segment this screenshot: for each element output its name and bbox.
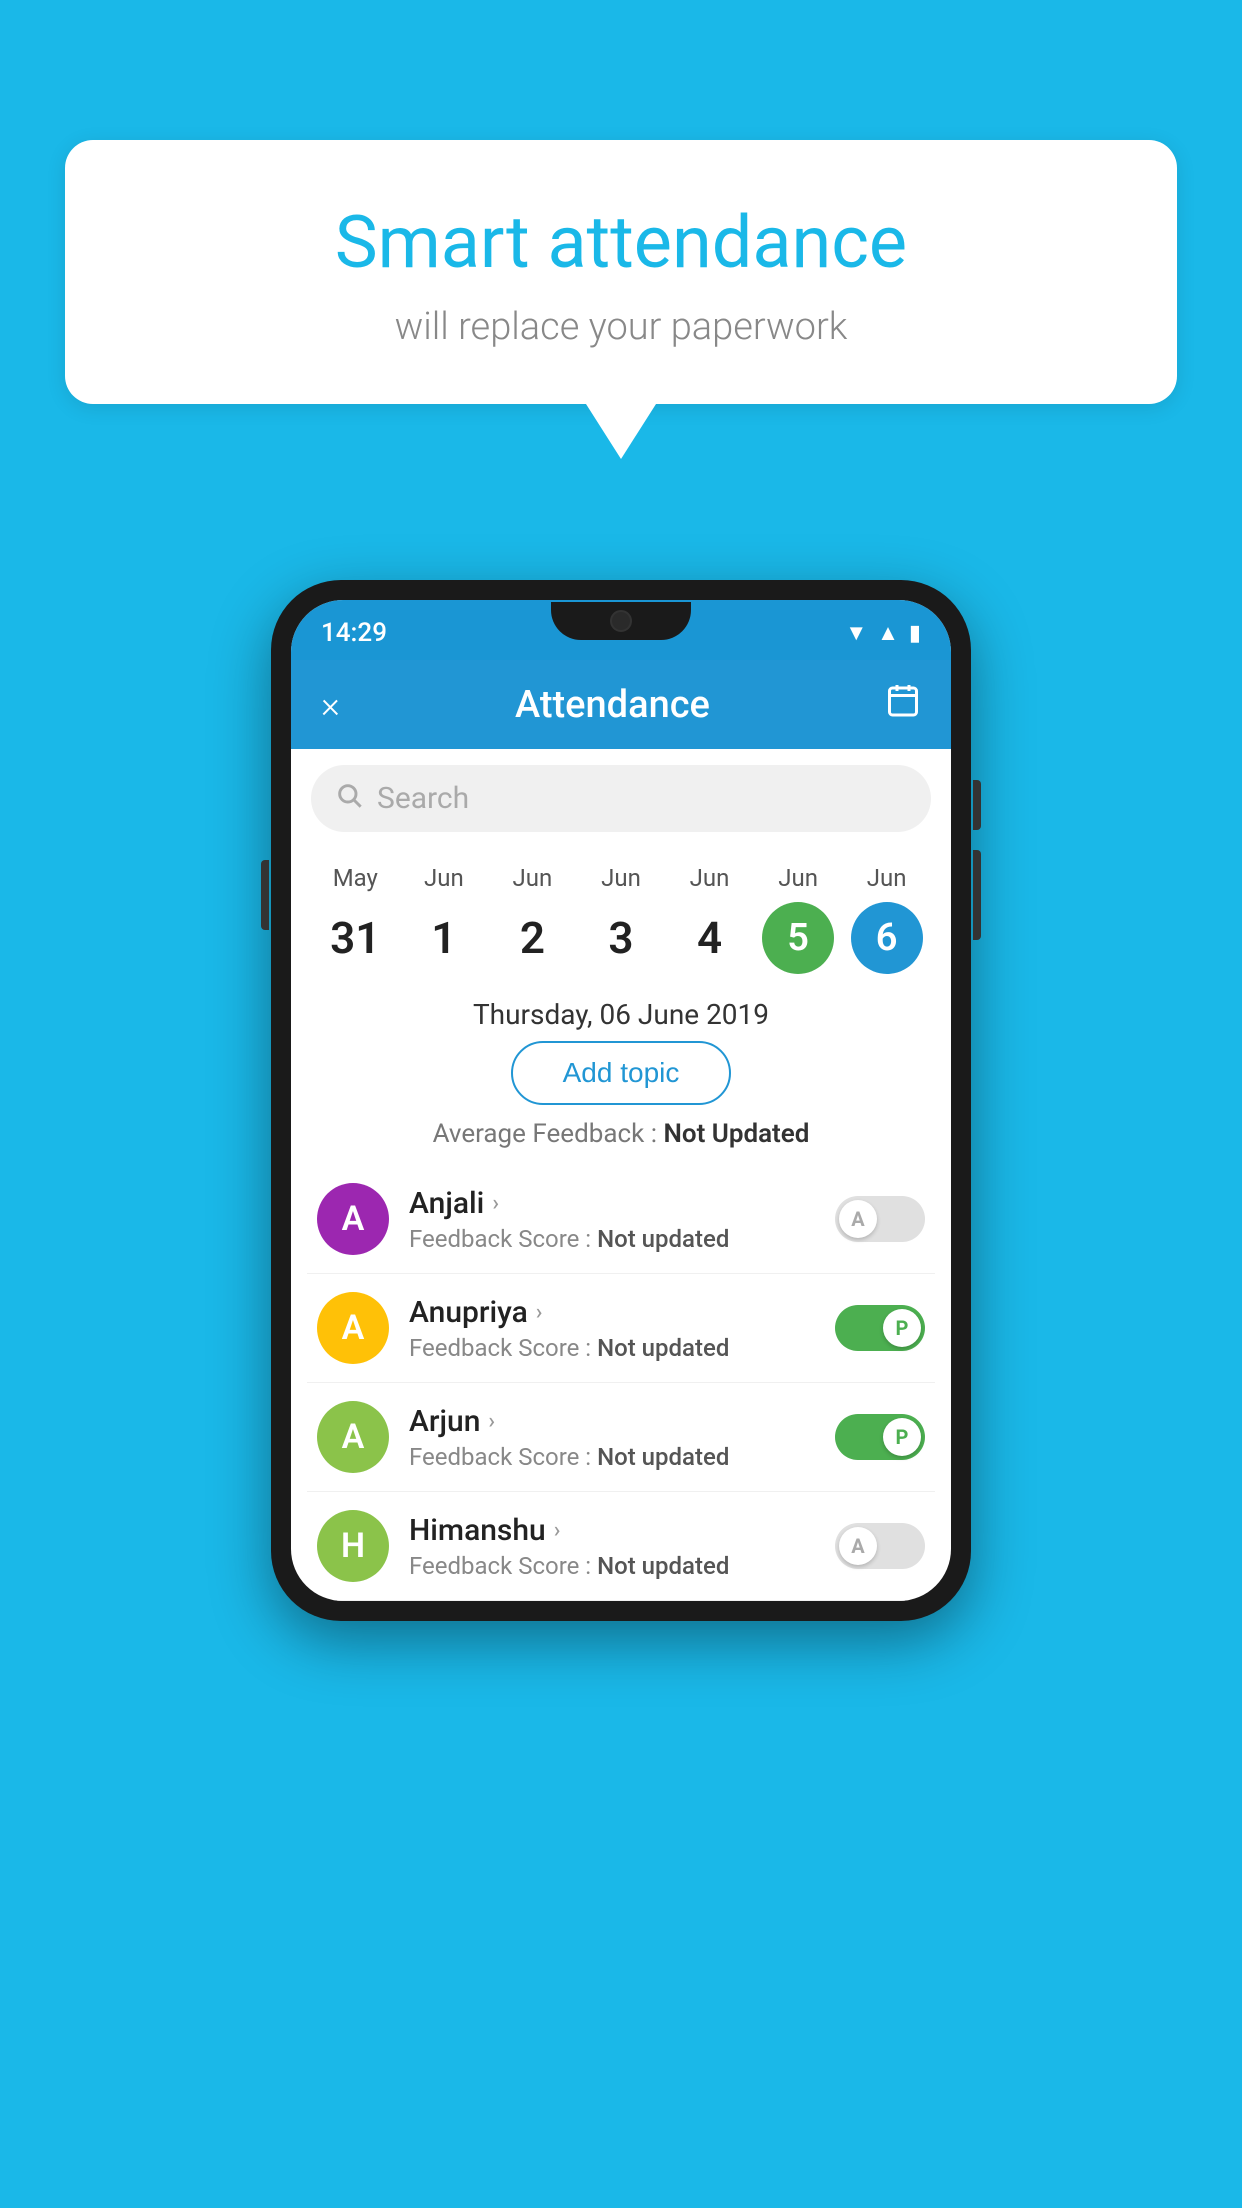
student-feedback: Feedback Score : Not updated bbox=[409, 1443, 835, 1471]
date-day[interactable]: 31 bbox=[319, 902, 391, 974]
average-feedback: Average Feedback : Not Updated bbox=[291, 1119, 951, 1149]
student-avatar: A bbox=[317, 1183, 389, 1255]
attendance-toggle[interactable]: P bbox=[835, 1305, 925, 1351]
student-item[interactable]: A Arjun › Feedback Score : Not updated P bbox=[307, 1383, 935, 1492]
attendance-toggle[interactable]: A bbox=[835, 1196, 925, 1242]
speech-bubble-tail bbox=[586, 404, 656, 459]
battery-icon: ▮ bbox=[909, 621, 921, 646]
date-day[interactable]: 6 bbox=[851, 902, 923, 974]
date-month: Jun bbox=[601, 864, 641, 892]
date-day[interactable]: 1 bbox=[408, 902, 480, 974]
app-header: × Attendance bbox=[291, 660, 951, 749]
avg-feedback-value: Not Updated bbox=[663, 1119, 809, 1149]
chevron-icon: › bbox=[492, 1191, 499, 1216]
speech-bubble: Smart attendance will replace your paper… bbox=[65, 140, 1177, 404]
avg-feedback-label: Average Feedback : bbox=[433, 1119, 664, 1149]
student-feedback: Feedback Score : Not updated bbox=[409, 1225, 835, 1253]
status-icons: ▼ ▲ ▮ bbox=[845, 620, 921, 646]
speech-bubble-container: Smart attendance will replace your paper… bbox=[65, 140, 1177, 459]
date-item[interactable]: Jun 1 bbox=[408, 864, 480, 974]
speech-bubble-subtitle: will replace your paperwork bbox=[115, 305, 1127, 349]
student-feedback: Feedback Score : Not updated bbox=[409, 1552, 835, 1580]
phone-frame: 14:29 ▼ ▲ ▮ × Attendance bbox=[271, 580, 971, 1621]
date-month: Jun bbox=[513, 864, 553, 892]
date-month: Jun bbox=[424, 864, 464, 892]
calendar-icon[interactable] bbox=[885, 682, 921, 727]
chevron-icon: › bbox=[488, 1409, 495, 1434]
wifi-icon: ▼ bbox=[845, 620, 867, 646]
date-picker: May 31 Jun 1 Jun 2 Jun 3 Jun 4 Jun 5 Jun 6 bbox=[291, 848, 951, 984]
student-list: AAnjali ›Feedback Score : Not updatedAAA… bbox=[291, 1165, 951, 1601]
app-title: Attendance bbox=[515, 683, 710, 727]
date-item[interactable]: Jun 6 bbox=[851, 864, 923, 974]
toggle-knob: A bbox=[839, 1527, 877, 1565]
student-info: Anupriya › Feedback Score : Not updated bbox=[409, 1295, 835, 1362]
search-placeholder: Search bbox=[377, 781, 469, 816]
student-avatar: A bbox=[317, 1292, 389, 1364]
phone-notch bbox=[551, 602, 691, 640]
selected-date: Thursday, 06 June 2019 bbox=[291, 998, 951, 1031]
chevron-icon: › bbox=[536, 1300, 543, 1325]
close-button[interactable]: × bbox=[321, 684, 340, 726]
student-avatar: A bbox=[317, 1401, 389, 1473]
student-item[interactable]: H Himanshu › Feedback Score : Not updatedA bbox=[307, 1492, 935, 1601]
phone-camera bbox=[610, 610, 632, 632]
date-day[interactable]: 4 bbox=[674, 902, 746, 974]
student-name: Anjali › bbox=[409, 1186, 835, 1221]
date-day[interactable]: 2 bbox=[496, 902, 568, 974]
speech-bubble-title: Smart attendance bbox=[115, 200, 1127, 285]
phone-side-button-right-1 bbox=[973, 780, 981, 830]
date-item[interactable]: Jun 4 bbox=[674, 864, 746, 974]
phone-side-button-left bbox=[261, 860, 269, 930]
toggle-knob: P bbox=[883, 1309, 921, 1347]
student-name: Anupriya › bbox=[409, 1295, 835, 1330]
date-item[interactable]: Jun 3 bbox=[585, 864, 657, 974]
toggle-knob: A bbox=[839, 1200, 877, 1238]
status-time: 14:29 bbox=[321, 618, 387, 648]
date-item[interactable]: Jun 2 bbox=[496, 864, 568, 974]
date-day[interactable]: 5 bbox=[762, 902, 834, 974]
student-name: Himanshu › bbox=[409, 1513, 835, 1548]
search-icon bbox=[335, 781, 363, 816]
phone-screen: 14:29 ▼ ▲ ▮ × Attendance bbox=[291, 600, 951, 1601]
student-feedback: Feedback Score : Not updated bbox=[409, 1334, 835, 1362]
search-bar[interactable]: Search bbox=[311, 765, 931, 832]
student-name: Arjun › bbox=[409, 1404, 835, 1439]
toggle-knob: P bbox=[883, 1418, 921, 1456]
student-info: Himanshu › Feedback Score : Not updated bbox=[409, 1513, 835, 1580]
attendance-toggle[interactable]: P bbox=[835, 1414, 925, 1460]
student-item[interactable]: AAnjali ›Feedback Score : Not updatedA bbox=[307, 1165, 935, 1274]
date-item[interactable]: Jun 5 bbox=[762, 864, 834, 974]
date-month: Jun bbox=[867, 864, 907, 892]
attendance-toggle[interactable]: A bbox=[835, 1523, 925, 1569]
phone-side-button-right-2 bbox=[973, 850, 981, 940]
date-month: Jun bbox=[778, 864, 818, 892]
student-info: Anjali › Feedback Score : Not updated bbox=[409, 1186, 835, 1253]
student-info: Arjun › Feedback Score : Not updated bbox=[409, 1404, 835, 1471]
student-avatar: H bbox=[317, 1510, 389, 1582]
student-item[interactable]: A Anupriya › Feedback Score : Not updated P bbox=[307, 1274, 935, 1383]
chevron-icon: › bbox=[554, 1518, 561, 1543]
date-month: Jun bbox=[690, 864, 730, 892]
add-topic-button[interactable]: Add topic bbox=[511, 1041, 732, 1105]
signal-icon: ▲ bbox=[877, 620, 899, 646]
date-day[interactable]: 3 bbox=[585, 902, 657, 974]
phone-wrapper: 14:29 ▼ ▲ ▮ × Attendance bbox=[271, 580, 971, 1621]
date-item[interactable]: May 31 bbox=[319, 864, 391, 974]
date-month: May bbox=[333, 864, 378, 892]
